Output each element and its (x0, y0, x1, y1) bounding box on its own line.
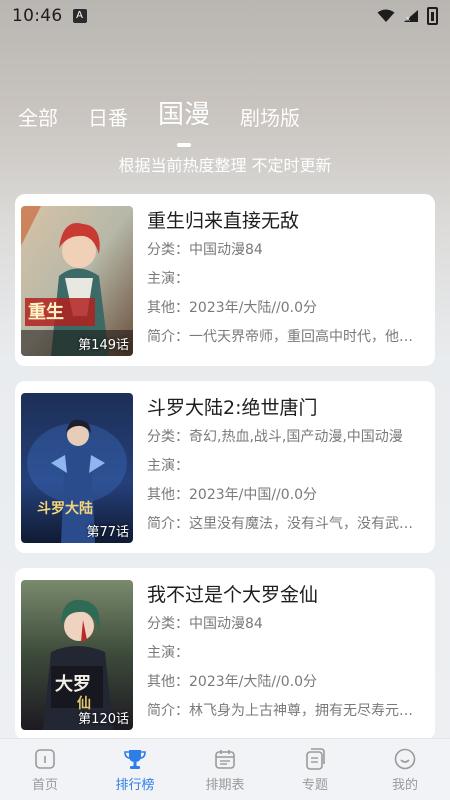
anime-card[interactable]: 斗罗大陆 第77话 斗罗大陆2:绝世唐门 分类：奇幻,热血,战斗,国产动漫,中国… (15, 381, 435, 553)
card-intro: 简介：林飞身为上古神尊，拥有无尽寿元… (147, 703, 413, 719)
card-other: 其他：2023年/中国//0.0分 (147, 487, 318, 503)
svg-text:大罗: 大罗 (55, 673, 91, 695)
card-cast: 主演： (147, 645, 189, 661)
nav-ranking[interactable]: 排行榜 (95, 747, 175, 793)
card-title[interactable]: 斗罗大陆2:绝世唐门 (147, 393, 429, 423)
poster-image[interactable]: 重生 第149话 (21, 206, 133, 356)
card-other: 其他：2023年/大陆//0.0分 (147, 300, 318, 316)
status-icons: x (377, 7, 438, 25)
anime-card[interactable]: 大罗 仙 第120话 我不过是个大罗金仙 分类：中国动漫84 主演： 其他：20… (15, 568, 435, 740)
anime-card[interactable]: 重生 第149话 重生归来直接无敌 分类：中国动漫84 主演： 其他：2023年… (15, 194, 435, 366)
topics-icon (306, 747, 325, 770)
active-tab-indicator (177, 143, 191, 147)
nav-profile[interactable]: 我的 (365, 747, 445, 793)
card-title[interactable]: 重生归来直接无敌 (147, 206, 429, 236)
tab-chinese[interactable]: 国漫 (158, 94, 211, 147)
nav-home[interactable]: 首页 (5, 747, 85, 793)
card-other: 其他：2023年/大陆//0.0分 (147, 674, 318, 690)
profile-icon (394, 748, 416, 769)
tab-chinese-label: 国漫 (158, 100, 211, 130)
tab-japanese[interactable]: 日番 (88, 102, 128, 131)
nav-schedule[interactable]: 排期表 (185, 747, 265, 793)
nav-topics[interactable]: 专题 (275, 747, 355, 793)
svg-text:斗罗大陆: 斗罗大陆 (37, 500, 93, 517)
card-cast: 主演： (147, 458, 189, 474)
card-category: 分类：中国动漫84 (147, 616, 263, 632)
card-info: 我不过是个大罗金仙 分类：中国动漫84 主演： 其他：2023年/大陆//0.0… (147, 580, 429, 726)
episode-label: 第77话 (86, 525, 129, 540)
signal-icon: x (404, 10, 418, 23)
card-intro: 简介：一代天界帝师，重回高中时代，他… (147, 329, 413, 345)
nav-topics-label: 专题 (301, 777, 328, 793)
notification-icon: A (72, 9, 87, 23)
ranking-list: 重生 第149话 重生归来直接无敌 分类：中国动漫84 主演： 其他：2023年… (15, 194, 435, 755)
card-info: 斗罗大陆2:绝世唐门 分类：奇幻,热血,战斗,国产动漫,中国动漫 主演： 其他：… (147, 393, 429, 539)
card-cast: 主演： (147, 271, 189, 287)
nav-profile-label: 我的 (391, 777, 418, 793)
home-icon (35, 748, 55, 769)
nav-home-label: 首页 (31, 777, 58, 793)
battery-icon (427, 7, 438, 25)
ranking-subtitle: 根据当前热度整理 不定时更新 (118, 156, 332, 175)
status-bar: 10:46 A x (0, 0, 450, 32)
card-info: 重生归来直接无敌 分类：中国动漫84 主演： 其他：2023年/大陆//0.0分… (147, 206, 429, 352)
bottom-navigation: 首页 排行榜 排期表 专题 我的 (0, 738, 450, 800)
tab-movies[interactable]: 剧场版 (240, 102, 300, 131)
card-intro: 简介：这里没有魔法，没有斗气，没有武… (147, 516, 413, 532)
episode-label: 第120话 (78, 712, 129, 727)
card-category: 分类：奇幻,热血,战斗,国产动漫,中国动漫 (147, 429, 403, 445)
status-time: 10:46 (12, 6, 63, 26)
wifi-icon (377, 9, 395, 22)
svg-text:重生: 重生 (28, 301, 64, 323)
nav-schedule-label: 排期表 (205, 777, 245, 793)
calendar-icon (215, 749, 235, 769)
svg-text:x: x (406, 15, 410, 23)
poster-image[interactable]: 斗罗大陆 第77话 (21, 393, 133, 543)
tab-all[interactable]: 全部 (18, 102, 58, 131)
category-tabs: 全部 日番 国漫 剧场版 (18, 94, 330, 147)
card-category: 分类：中国动漫84 (147, 242, 263, 258)
trophy-icon (124, 749, 146, 769)
episode-label: 第149话 (78, 338, 129, 353)
poster-image[interactable]: 大罗 仙 第120话 (21, 580, 133, 730)
card-title[interactable]: 我不过是个大罗金仙 (147, 580, 429, 610)
nav-ranking-label: 排行榜 (115, 777, 155, 793)
